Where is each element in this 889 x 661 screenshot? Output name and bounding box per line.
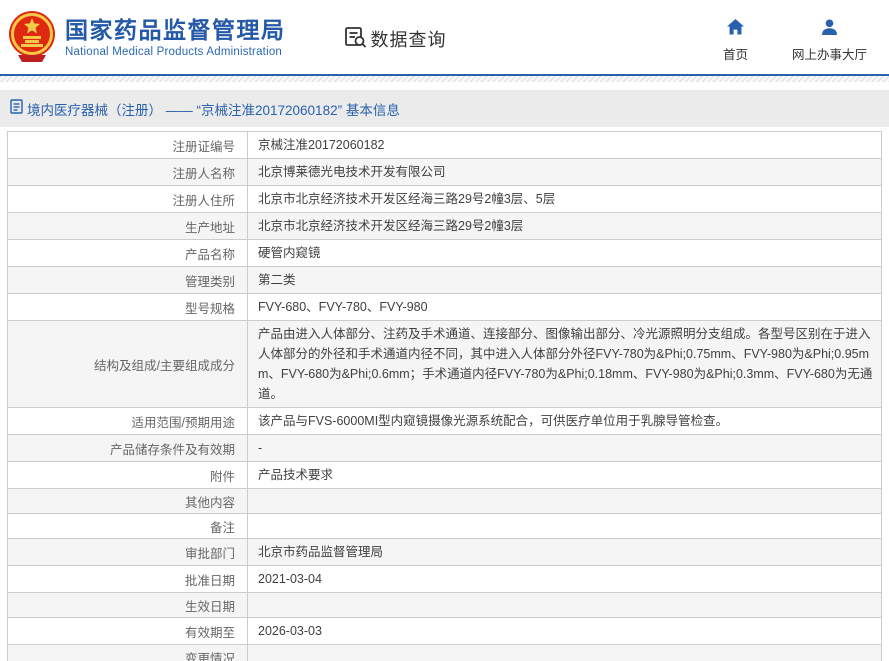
row-label: 型号规格 [8,294,248,321]
table-row: 生效日期 [8,593,882,618]
table-row: 生产地址 北京市北京经济技术开发区经海三路29号2幢3层 [8,213,882,240]
table-row: 注册人住所 北京市北京经济技术开发区经海三路29号2幢3层、5层 [8,186,882,213]
table-row: 附件 产品技术要求 [8,462,882,489]
table-row: 批准日期 2021-03-04 [8,566,882,593]
table-row: 有效期至 2026-03-03 [8,618,882,645]
nav-home-label: 首页 [723,44,748,63]
nav-online-hall-label: 网上办事大厅 [792,44,867,63]
row-label: 有效期至 [8,618,248,645]
table-row: 变更情况 [8,645,882,661]
header-divider [0,76,889,82]
row-label: 适用范围/预期用途 [8,408,248,435]
row-value: 该产品与FVS-6000MI型内窥镜摄像光源系统配合，可供医疗单位用于乳腺导管检… [248,408,882,435]
national-emblem-icon [8,7,56,68]
row-label: 生产地址 [8,213,248,240]
table-row: 审批部门 北京市药品监督管理局 [8,539,882,566]
row-value [248,514,882,539]
row-value: - [248,435,882,462]
row-label: 产品储存条件及有效期 [8,435,248,462]
breadcrumb: 境内医疗器械（注册） —— “京械注准20172060182” 基本信息 [0,90,889,127]
table-row: 产品名称 硬管内窥镜 [8,240,882,267]
row-label: 注册人名称 [8,159,248,186]
table-row: 适用范围/预期用途 该产品与FVS-6000MI型内窥镜摄像光源系统配合，可供医… [8,408,882,435]
table-row: 型号规格 FVY-680、FVY-780、FVY-980 [8,294,882,321]
row-label: 管理类别 [8,267,248,294]
row-label: 其他内容 [8,489,248,514]
table-row: 产品储存条件及有效期 - [8,435,882,462]
row-label: 产品名称 [8,240,248,267]
data-query-label: 数据查询 [371,26,447,52]
person-icon [821,19,838,40]
table-row: 备注 [8,514,882,539]
table-row: 结构及组成/主要组成成分 产品由进入人体部分、注药及手术通道、连接部分、图像输出… [8,321,882,408]
row-value: 北京市北京经济技术开发区经海三路29号2幢3层 [248,213,882,240]
table-row: 注册证编号 京械注准20172060182 [8,132,882,159]
document-search-icon [344,25,371,54]
row-label: 结构及组成/主要组成成分 [8,321,248,408]
org-title: 国家药品监督管理局 [65,17,286,43]
table-row: 其他内容 [8,489,882,514]
nav-online-hall[interactable]: 网上办事大厅 [792,19,867,63]
row-value: 北京博莱德光电技术开发有限公司 [248,159,882,186]
row-label: 备注 [8,514,248,539]
row-value: 北京市药品监督管理局 [248,539,882,566]
data-query-tab[interactable]: 数据查询 [344,25,447,54]
registration-info-table: 注册证编号 京械注准20172060182 注册人名称 北京博莱德光电技术开发有… [7,131,882,661]
row-value: 北京市北京经济技术开发区经海三路29号2幢3层、5层 [248,186,882,213]
row-value: 产品由进入人体部分、注药及手术通道、连接部分、图像输出部分、冷光源照明分支组成。… [248,321,882,408]
row-label: 注册人住所 [8,186,248,213]
row-value: 产品技术要求 [248,462,882,489]
org-subtitle: National Medical Products Administration [65,46,286,58]
page-doc-icon [10,99,27,119]
row-label: 注册证编号 [8,132,248,159]
row-value: 第二类 [248,267,882,294]
row-value: 2026-03-03 [248,618,882,645]
row-value [248,645,882,661]
row-value: 2021-03-04 [248,566,882,593]
row-label: 附件 [8,462,248,489]
nav-home[interactable]: 首页 [723,19,748,63]
nmpa-logo[interactable]: 国家药品监督管理局 National Medical Products Admi… [8,7,286,68]
row-value: 硬管内窥镜 [248,240,882,267]
row-value: FVY-680、FVY-780、FVY-980 [248,294,882,321]
row-label: 批准日期 [8,566,248,593]
row-value [248,593,882,618]
row-label: 生效日期 [8,593,248,618]
row-label: 变更情况 [8,645,248,661]
site-header: 国家药品监督管理局 National Medical Products Admi… [0,0,889,76]
table-row: 注册人名称 北京博莱德光电技术开发有限公司 [8,159,882,186]
home-icon [727,19,744,40]
page-title: 境内医疗器械（注册） —— “京械注准20172060182” 基本信息 [27,99,400,119]
row-value [248,489,882,514]
row-value: 京械注准20172060182 [248,132,882,159]
header-nav: 首页 网上办事大厅 [723,19,867,63]
table-row: 管理类别 第二类 [8,267,882,294]
row-label: 审批部门 [8,539,248,566]
